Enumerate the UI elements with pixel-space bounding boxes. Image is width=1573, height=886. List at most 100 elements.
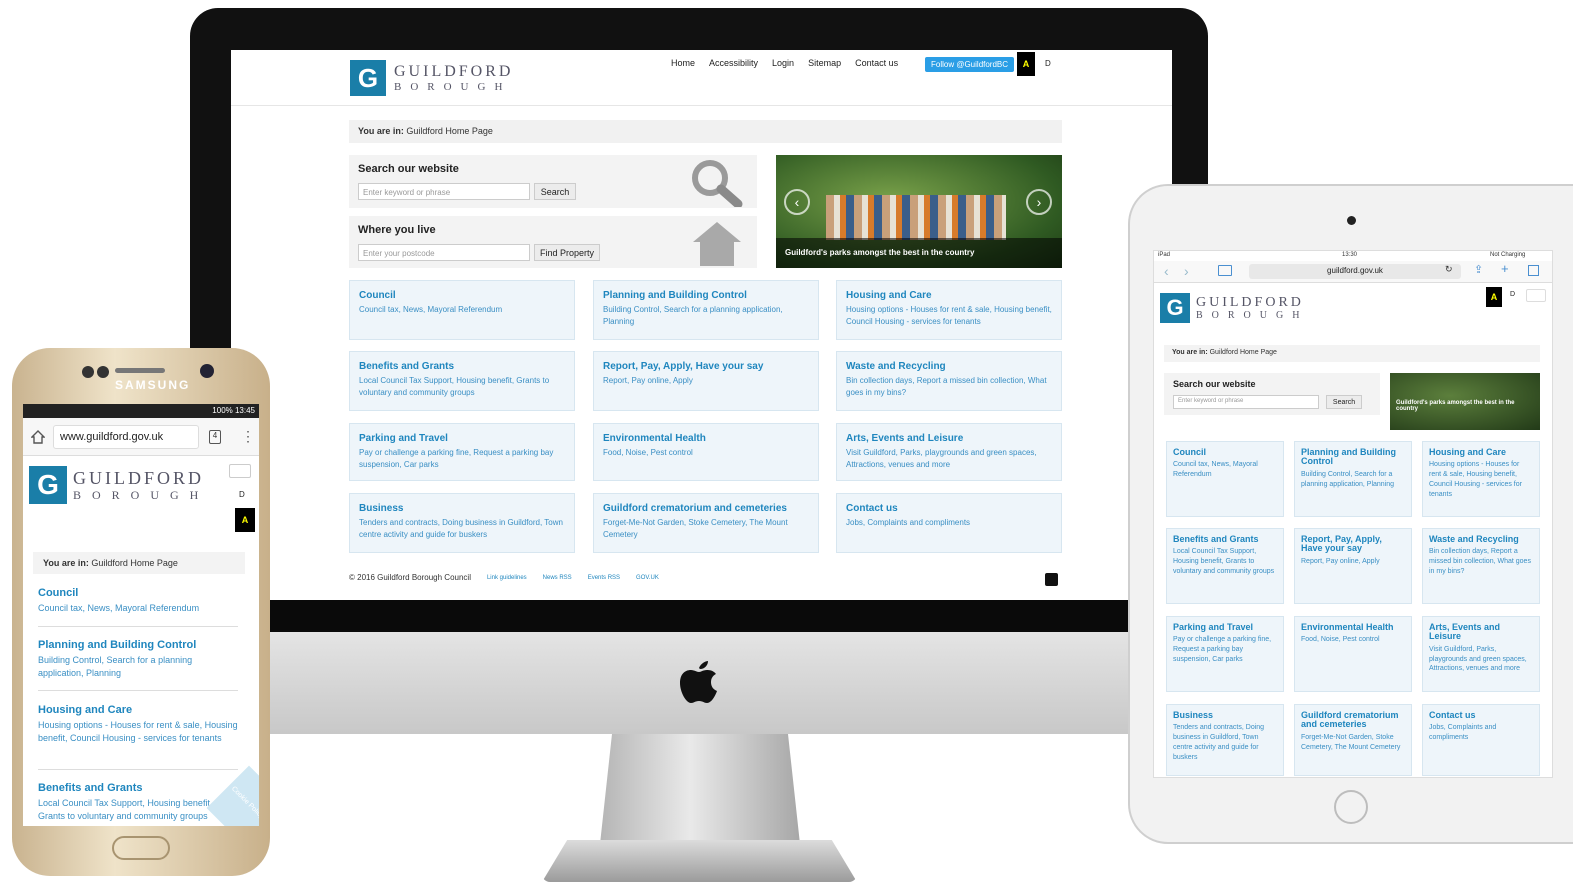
logo-mark: G — [350, 60, 386, 96]
footer-link[interactable]: Link guidelines — [487, 575, 527, 581]
tablet-card-parking[interactable]: Parking and Travel Pay or challenge a par… — [1166, 616, 1284, 692]
mobile-card-benefits[interactable]: Benefits and Grants Local Council Tax Sup… — [38, 782, 238, 826]
mobile-card-planning[interactable]: Planning and Building Control Building Co… — [38, 639, 238, 691]
footer-link[interactable]: Events RSS — [588, 575, 620, 581]
card-waste[interactable]: Waste and Recycling Bin collection days, … — [836, 351, 1062, 411]
mobile-logo[interactable]: G GUILDFORD BOROUGH — [29, 466, 209, 504]
tablet-card-housing[interactable]: Housing and Care Housing options - Houses… — [1422, 441, 1540, 517]
footer-link[interactable]: News RSS — [543, 575, 572, 581]
plus-icon[interactable]: + — [1501, 261, 1509, 276]
search-input[interactable]: Enter keyword or phrase — [1173, 395, 1319, 409]
carousel-caption[interactable]: Guildford's parks amongst the best in th… — [776, 238, 1062, 268]
tablet-logo[interactable]: G GUILDFORD BOROUGH — [1160, 293, 1308, 323]
nav-contact[interactable]: Contact us — [855, 58, 898, 68]
contrast-d-button[interactable]: D — [1045, 59, 1051, 68]
card-desc: Pay or challenge a parking fine, Request… — [1173, 636, 1272, 664]
card-desc: Jobs, Complaints and compliments — [1429, 724, 1497, 742]
footer-link[interactable]: GOV.UK — [636, 575, 659, 581]
postcode-input[interactable]: Enter your postcode — [358, 244, 530, 261]
card-planning[interactable]: Planning and Building Control Building Co… — [593, 280, 819, 340]
where-panel: Where you live Enter your postcode Find … — [349, 216, 757, 268]
breadcrumb-current[interactable]: Guildford Home Page — [1210, 349, 1277, 356]
card-desc: Report, Pay online, Apply — [603, 376, 693, 385]
tablet-menu-button[interactable] — [1526, 289, 1546, 302]
card-desc: Food, Noise, Pest control — [603, 448, 693, 457]
search-button[interactable]: Search — [1326, 395, 1362, 409]
tablet-card-arts[interactable]: Arts, Events and Leisure Visit Guildford,… — [1422, 616, 1540, 692]
search-panel: Search our website Enter keyword or phra… — [349, 155, 757, 208]
contrast-d-button[interactable]: D — [1510, 291, 1515, 298]
tablet-card-planning[interactable]: Planning and Building Control Building Co… — [1294, 441, 1412, 517]
card-housing[interactable]: Housing and Care Housing options - Houses… — [836, 280, 1062, 340]
hero-carousel[interactable]: ‹ › Guildford's parks amongst the best i… — [776, 155, 1062, 268]
card-desc: Food, Noise, Pest control — [1301, 636, 1380, 644]
card-environmental[interactable]: Environmental Health Food, Noise, Pest co… — [593, 423, 819, 481]
nav-sitemap[interactable]: Sitemap — [808, 58, 841, 68]
contrast-a-button[interactable]: A — [1486, 287, 1502, 307]
menu-icon[interactable]: ⋮ — [241, 428, 255, 445]
reload-icon[interactable]: ↻ — [1445, 264, 1453, 275]
tablet-card-benefits[interactable]: Benefits and Grants Local Council Tax Sup… — [1166, 528, 1284, 604]
contrast-d-button[interactable]: D — [239, 490, 245, 499]
card-title: Environmental Health — [1301, 622, 1394, 632]
home-icon[interactable] — [31, 430, 45, 444]
tablet-url-bar[interactable]: guildford.gov.uk — [1249, 264, 1461, 279]
mobile-card-council[interactable]: Council Council tax, News, Mayoral Refere… — [38, 587, 238, 627]
card-benefits[interactable]: Benefits and Grants Local Council Tax Sup… — [349, 351, 575, 411]
twitter-follow-button[interactable]: Follow @GuildfordBC — [925, 57, 1015, 72]
tablet-card-environmental[interactable]: Environmental Health Food, Noise, Pest co… — [1294, 616, 1412, 692]
card-business[interactable]: Business Tenders and contracts, Doing bus… — [349, 493, 575, 553]
mobile-url-bar[interactable]: www.guildford.gov.uk — [53, 425, 199, 449]
card-desc: Bin collection days, Report a missed bin… — [846, 376, 1047, 397]
imac-chin — [270, 632, 1128, 734]
tablet-card-council[interactable]: Council Council tax, News, Mayoral Refere… — [1166, 441, 1284, 517]
tablet-home-button[interactable] — [1334, 790, 1368, 824]
contrast-a-button[interactable]: A — [1017, 52, 1035, 76]
tablet-card-report[interactable]: Report, Pay, Apply, Have your say Report,… — [1294, 528, 1412, 604]
logo-mark: G — [1160, 293, 1190, 323]
tablet-status-left: iPad — [1158, 252, 1171, 258]
mobile-card-housing[interactable]: Housing and Care Housing options - Houses… — [38, 704, 238, 770]
tablet-breadcrumb: You are in: Guildford Home Page — [1164, 345, 1540, 362]
tablet-card-waste[interactable]: Waste and Recycling Bin collection days, … — [1422, 528, 1540, 604]
contrast-a-button[interactable]: A — [235, 508, 255, 532]
nav-login[interactable]: Login — [772, 58, 794, 68]
breadcrumb-current[interactable]: Guildford Home Page — [91, 558, 178, 568]
phone-brand: SAMSUNG — [115, 378, 191, 392]
tabs-icon[interactable]: 4 — [209, 430, 221, 444]
search-input[interactable]: Enter keyword or phrase — [358, 183, 530, 200]
tablet-card-business[interactable]: Business Tenders and contracts, Doing bus… — [1166, 704, 1284, 776]
search-button[interactable]: Search — [534, 183, 576, 200]
phone-home-button[interactable] — [112, 836, 170, 860]
nav-home[interactable]: Home — [671, 58, 695, 68]
card-title: Benefits and Grants — [359, 361, 455, 372]
site-logo[interactable]: G GUILDFORD BOROUGH — [350, 60, 513, 96]
card-contact[interactable]: Contact us Jobs, Complaints and complimen… — [836, 493, 1062, 553]
tablet-card-contact[interactable]: Contact us Jobs, Complaints and complimen… — [1422, 704, 1540, 776]
card-crematorium[interactable]: Guildford crematorium and cemeteries Forg… — [593, 493, 819, 553]
card-title: Council — [1173, 447, 1206, 457]
card-desc: Building Control, Search for a planning … — [1301, 470, 1395, 488]
card-arts[interactable]: Arts, Events and Leisure Visit Guildford,… — [836, 423, 1062, 481]
card-title: Arts, Events and Leisure — [846, 433, 964, 444]
apple-logo-icon — [680, 661, 717, 703]
chevron-left-icon[interactable]: ‹ — [1164, 263, 1169, 279]
tablet-card-crematorium[interactable]: Guildford crematorium and cemeteries Forg… — [1294, 704, 1412, 776]
card-council[interactable]: Council Council tax, News, Mayoral Refere… — [349, 280, 575, 340]
tabs-icon[interactable] — [1528, 265, 1539, 276]
share-icon[interactable]: ⇪ — [1474, 263, 1483, 276]
card-desc: Local Council Tax Support, Housing benef… — [1173, 548, 1275, 576]
nav-accessibility[interactable]: Accessibility — [709, 58, 758, 68]
card-report[interactable]: Report, Pay, Apply, Have your say Report,… — [593, 351, 819, 411]
carousel-next-button[interactable]: › — [1026, 189, 1052, 215]
chevron-right-icon[interactable]: › — [1184, 263, 1189, 279]
card-title: Housing and Care — [846, 290, 932, 301]
breadcrumb-current[interactable]: Guildford Home Page — [406, 126, 493, 136]
tablet-carousel[interactable]: Guildford's parks amongst the best in th… — [1390, 373, 1540, 430]
carousel-prev-button[interactable]: ‹ — [784, 189, 810, 215]
mobile-menu-button[interactable] — [229, 464, 251, 478]
find-property-button[interactable]: Find Property — [534, 244, 600, 261]
play-icon[interactable] — [1045, 573, 1058, 586]
card-parking[interactable]: Parking and Travel Pay or challenge a par… — [349, 423, 575, 481]
book-icon[interactable] — [1218, 265, 1232, 276]
